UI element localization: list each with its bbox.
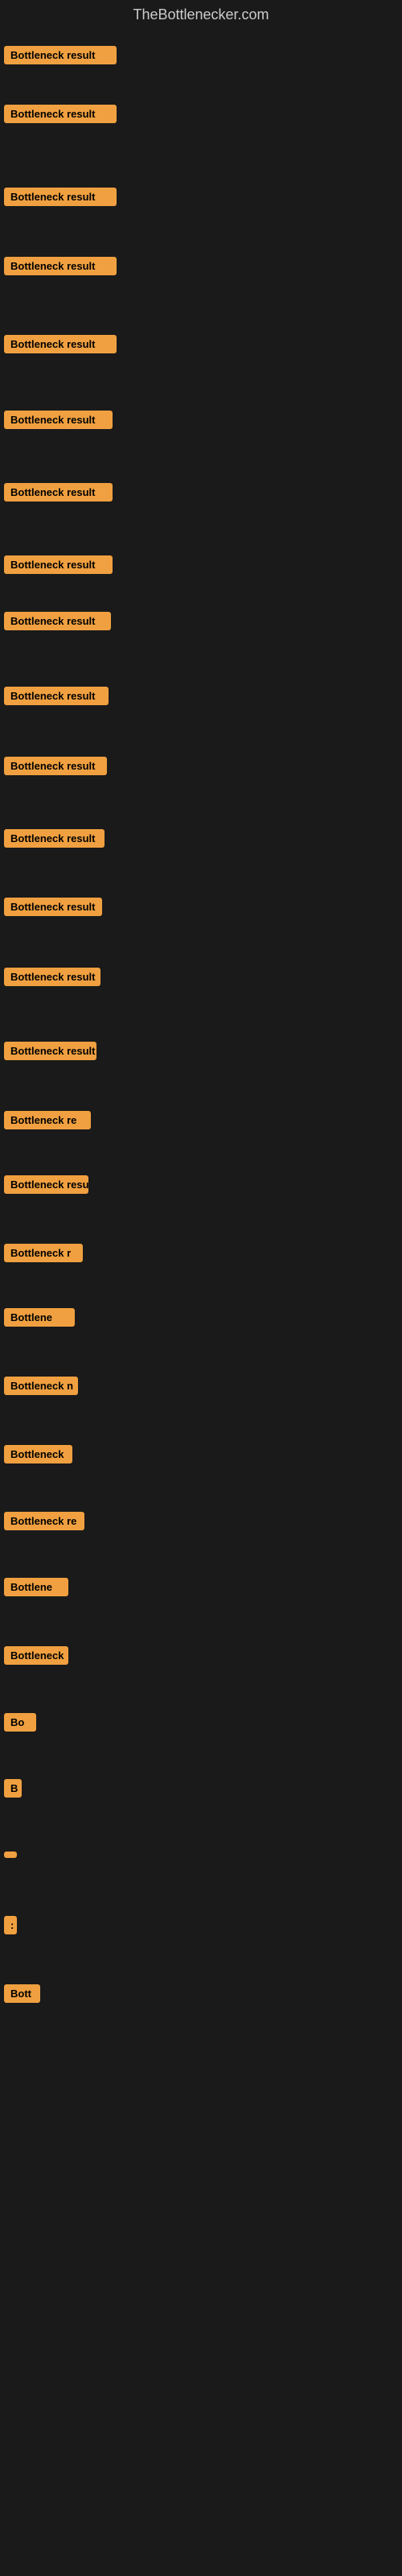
bottleneck-badge-row: Bottleneck result bbox=[4, 1175, 88, 1198]
bottleneck-badge-row: : bbox=[4, 1916, 17, 1938]
bottleneck-badge-row: Bottleneck re bbox=[4, 1512, 84, 1534]
bottleneck-badge-row: Bottleneck result bbox=[4, 188, 117, 210]
bottleneck-badge: Bottleneck result bbox=[4, 555, 113, 574]
page-wrapper: TheBottlenecker.com Bottleneck result Bot… bbox=[0, 0, 402, 2576]
bottleneck-badge-row: Bottleneck result bbox=[4, 829, 105, 852]
bottleneck-badge: Bottleneck result bbox=[4, 105, 117, 123]
bottleneck-badge-row: Bottleneck result bbox=[4, 968, 100, 990]
bottleneck-badge-row: Bottleneck result bbox=[4, 411, 113, 433]
bottleneck-badge-row: Bottleneck n bbox=[4, 1377, 78, 1399]
bottleneck-badge-row bbox=[4, 1847, 17, 1862]
bottleneck-badge-row: Bottleneck result bbox=[4, 483, 113, 506]
bottleneck-badge: Bo bbox=[4, 1713, 36, 1732]
bottleneck-badge-row: Bottleneck result bbox=[4, 612, 111, 634]
bottleneck-badge: Bottleneck result bbox=[4, 1175, 88, 1194]
bottleneck-badge: Bottleneck result bbox=[4, 757, 107, 775]
bottleneck-badge: Bottleneck result bbox=[4, 46, 117, 64]
bottleneck-badge: Bottleneck bbox=[4, 1445, 72, 1463]
bottleneck-badge: Bottleneck n bbox=[4, 1377, 78, 1395]
bottleneck-badge: Bottleneck bbox=[4, 1646, 68, 1665]
bottleneck-badge-row: Bottleneck result bbox=[4, 687, 109, 709]
bottleneck-badge: Bottleneck result bbox=[4, 411, 113, 429]
bottleneck-badge-row: Bottleneck result bbox=[4, 257, 117, 279]
bottleneck-badge bbox=[4, 1852, 17, 1858]
bottleneck-badge: Bottleneck result bbox=[4, 188, 117, 206]
bottleneck-badge-row: Bottlene bbox=[4, 1308, 75, 1331]
bottleneck-badge-row: Bottleneck bbox=[4, 1445, 72, 1468]
bottleneck-badge: Bottleneck re bbox=[4, 1512, 84, 1530]
bottleneck-badge: Bottleneck result bbox=[4, 483, 113, 502]
bottleneck-badge: Bottleneck result bbox=[4, 898, 102, 916]
bottleneck-badge-row: Bottlene bbox=[4, 1578, 68, 1600]
bottleneck-badge-row: Bottleneck result bbox=[4, 898, 102, 920]
bottleneck-badge: : bbox=[4, 1916, 17, 1934]
bottleneck-badge: Bottlene bbox=[4, 1308, 75, 1327]
bottleneck-badge: Bottleneck result bbox=[4, 1042, 96, 1060]
bottleneck-badge: Bottleneck result bbox=[4, 612, 111, 630]
bottleneck-badge-row: Bottleneck result bbox=[4, 105, 117, 127]
bottleneck-badge: Bottleneck result bbox=[4, 335, 117, 353]
bottleneck-badge: Bottleneck re bbox=[4, 1111, 91, 1129]
bottleneck-badge: Bottleneck result bbox=[4, 687, 109, 705]
bottleneck-badge-row: Bottleneck result bbox=[4, 335, 117, 357]
bottleneck-badge-row: Bottleneck bbox=[4, 1646, 68, 1669]
bottleneck-badge-row: Bottleneck result bbox=[4, 757, 107, 779]
bottleneck-badge-row: Bo bbox=[4, 1713, 36, 1736]
bottleneck-badge: Bottleneck result bbox=[4, 257, 117, 275]
bottleneck-badge: B bbox=[4, 1779, 22, 1798]
bottleneck-badge-row: Bottleneck r bbox=[4, 1244, 83, 1266]
bottleneck-badge-row: Bottleneck re bbox=[4, 1111, 91, 1133]
bottleneck-badge: Bottlene bbox=[4, 1578, 68, 1596]
site-title: TheBottlenecker.com bbox=[0, 0, 402, 30]
bottleneck-badge-row: Bottleneck result bbox=[4, 46, 117, 68]
bottleneck-badge: Bottleneck result bbox=[4, 829, 105, 848]
bottleneck-badge: Bottleneck result bbox=[4, 968, 100, 986]
bottleneck-badge-row: B bbox=[4, 1779, 22, 1802]
bottleneck-badge: Bottleneck r bbox=[4, 1244, 83, 1262]
bottleneck-badge-row: Bottleneck result bbox=[4, 555, 113, 578]
bottleneck-badge-row: Bottleneck result bbox=[4, 1042, 96, 1064]
bottleneck-badge-row: Bott bbox=[4, 1984, 40, 2007]
bottleneck-badge: Bott bbox=[4, 1984, 40, 2003]
